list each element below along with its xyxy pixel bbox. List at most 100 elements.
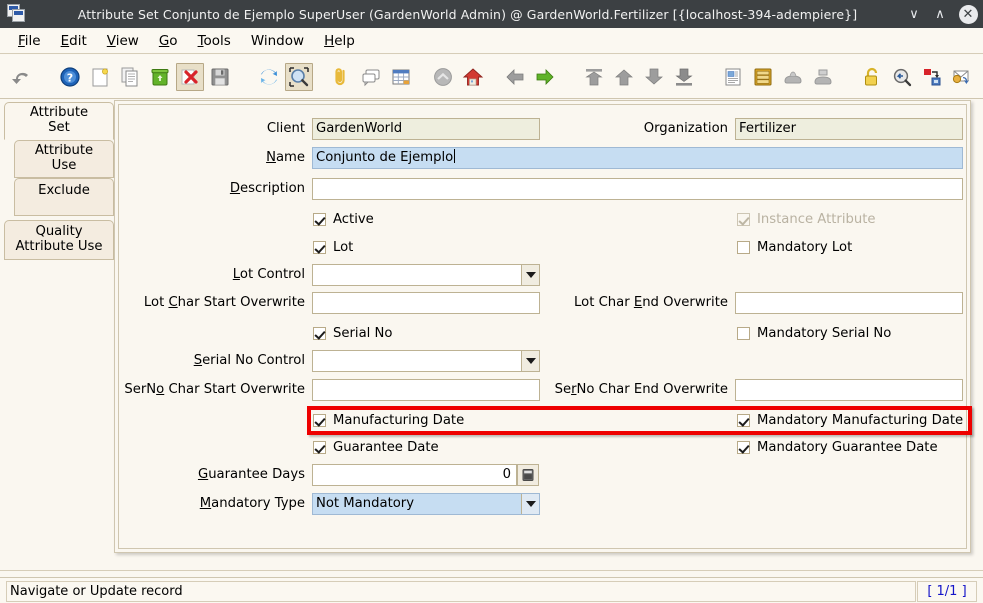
active-checkbox[interactable]: Active bbox=[313, 208, 374, 230]
mandatory-serial-no-checkbox[interactable]: Mandatory Serial No bbox=[737, 322, 891, 344]
delete-selection-icon[interactable] bbox=[176, 62, 204, 91]
mandatory-manufacturing-date-checkbox[interactable]: Mandatory Manufacturing Date bbox=[737, 409, 963, 431]
menu-go[interactable]: Go bbox=[149, 31, 188, 51]
undo-icon[interactable] bbox=[7, 63, 35, 91]
menu-window[interactable]: Window bbox=[241, 31, 314, 51]
serial-no-checkbox[interactable]: Serial No bbox=[313, 322, 392, 344]
print-icon[interactable] bbox=[809, 63, 837, 91]
client-label: Client bbox=[266, 121, 305, 136]
instance-attribute-label: Instance Attribute bbox=[757, 211, 876, 227]
attachment-icon[interactable] bbox=[327, 63, 355, 91]
mandatory-guarantee-date-label: Mandatory Guarantee Date bbox=[757, 439, 938, 455]
tab-exclude[interactable]: Exclude bbox=[14, 178, 114, 216]
manufacturing-date-checkbox[interactable]: Manufacturing Date bbox=[313, 409, 464, 431]
checkbox-box bbox=[737, 240, 750, 254]
client-field[interactable]: GardenWorld bbox=[312, 118, 540, 140]
last-record-icon[interactable] bbox=[670, 63, 698, 91]
refresh-icon[interactable] bbox=[255, 63, 283, 91]
windows-stack-icon bbox=[0, 0, 34, 28]
serno-char-start-label: SerNo Char Start Overwrite bbox=[124, 382, 305, 397]
menu-help[interactable]: Help bbox=[314, 31, 365, 51]
report-icon[interactable] bbox=[719, 63, 747, 91]
menu-edit[interactable]: Edit bbox=[51, 31, 97, 51]
lot-checkbox[interactable]: Lot bbox=[313, 236, 353, 258]
tab-attribute-set[interactable]: Attribute Set bbox=[4, 102, 114, 140]
preference-icon[interactable] bbox=[978, 63, 983, 91]
next-record-icon[interactable] bbox=[531, 63, 559, 91]
menu-tools[interactable]: Tools bbox=[188, 31, 241, 51]
mandatory-guarantee-date-checkbox[interactable]: Mandatory Guarantee Date bbox=[737, 436, 938, 458]
mandatory-type-label: Mandatory Type bbox=[199, 496, 305, 511]
serno-char-start-field[interactable] bbox=[312, 379, 540, 401]
zoom-back-icon[interactable] bbox=[888, 63, 916, 91]
mandatory-manufacturing-date-label: Mandatory Manufacturing Date bbox=[757, 412, 964, 428]
new-record-icon[interactable] bbox=[86, 63, 114, 91]
serial-no-control-combo[interactable] bbox=[312, 350, 540, 372]
close-icon: ✕ bbox=[958, 4, 978, 24]
guarantee-days-field[interactable]: 0 bbox=[312, 464, 517, 486]
maximize-button[interactable]: ∧ bbox=[927, 0, 953, 28]
home-icon[interactable] bbox=[459, 63, 487, 91]
menu-view[interactable]: View bbox=[97, 31, 149, 51]
print-preview-icon[interactable] bbox=[779, 63, 807, 91]
checkbox-box bbox=[313, 240, 326, 254]
lot-char-end-field[interactable] bbox=[735, 292, 963, 314]
close-button[interactable]: ✕ bbox=[953, 0, 983, 28]
find-icon[interactable] bbox=[285, 62, 313, 91]
help-icon[interactable]: ? bbox=[56, 63, 84, 91]
menu-file[interactable]: File bbox=[8, 31, 51, 51]
name-field[interactable]: Conjunto de Ejemplo bbox=[312, 147, 963, 169]
chevron-down-icon[interactable] bbox=[521, 265, 539, 285]
first-record-icon[interactable] bbox=[580, 63, 608, 91]
copy-record-icon[interactable] bbox=[116, 63, 144, 91]
mandatory-lot-checkbox[interactable]: Mandatory Lot bbox=[737, 236, 852, 258]
tab-quality-line2: Attribute Use bbox=[15, 239, 103, 254]
parent-record-icon[interactable] bbox=[429, 63, 457, 91]
save-icon[interactable] bbox=[206, 63, 234, 91]
checkbox-box bbox=[313, 413, 326, 427]
mandatory-lot-label: Mandatory Lot bbox=[757, 239, 853, 255]
window-title: Attribute Set Conjunto de Ejemplo SuperU… bbox=[77, 6, 858, 22]
calculator-icon[interactable] bbox=[517, 464, 539, 486]
zoom-across-icon[interactable] bbox=[918, 63, 946, 91]
minimize-button[interactable]: ∨ bbox=[901, 0, 927, 28]
guarantee-date-label: Guarantee Date bbox=[333, 439, 439, 455]
lot-control-label: Lot Control bbox=[232, 267, 305, 282]
toolbar: ? bbox=[0, 55, 983, 99]
checkbox-box bbox=[313, 440, 326, 454]
delete-icon[interactable] bbox=[146, 63, 174, 91]
request-icon[interactable] bbox=[948, 63, 976, 91]
mandatory-serial-no-label: Mandatory Serial No bbox=[757, 325, 892, 341]
instance-attribute-checkbox: Instance Attribute bbox=[737, 208, 876, 230]
guarantee-date-checkbox[interactable]: Guarantee Date bbox=[313, 436, 439, 458]
lot-char-end-label: Lot Char End Overwrite bbox=[574, 295, 728, 310]
tab-strip: Attribute Set Attribute Use Exclude Qualit… bbox=[2, 102, 114, 262]
grid-toggle-icon[interactable] bbox=[387, 63, 415, 91]
lot-char-start-field[interactable] bbox=[312, 292, 540, 314]
mandatory-type-combo[interactable]: Not Mandatory bbox=[312, 493, 540, 515]
svg-text:?: ? bbox=[67, 71, 73, 84]
lot-control-combo[interactable] bbox=[312, 264, 540, 286]
window-titlebar: Attribute Set Conjunto de Ejemplo SuperU… bbox=[0, 0, 983, 28]
name-label: Name bbox=[266, 150, 305, 165]
previous-page-icon[interactable] bbox=[610, 63, 638, 91]
lock-icon[interactable] bbox=[858, 63, 886, 91]
guarantee-days-label: Guarantee Days bbox=[197, 467, 305, 482]
description-label: Description bbox=[229, 181, 305, 196]
description-field[interactable] bbox=[312, 178, 963, 200]
serno-char-end-field[interactable] bbox=[735, 379, 963, 401]
record-count-indicator: [ 1/1 ] bbox=[917, 581, 977, 602]
tab-quality-attribute-use[interactable]: Quality Attribute Use bbox=[4, 220, 114, 260]
tab-attribute-use[interactable]: Attribute Use bbox=[14, 140, 114, 178]
archive-icon[interactable] bbox=[749, 63, 777, 91]
chevron-down-icon[interactable] bbox=[521, 351, 539, 371]
chevron-down-icon[interactable] bbox=[521, 494, 539, 514]
name-field-value: Conjunto de Ejemplo bbox=[316, 150, 454, 165]
chat-icon[interactable] bbox=[357, 63, 385, 91]
next-page-icon[interactable] bbox=[640, 63, 668, 91]
statusbar: Navigate or Update record [ 1/1 ] bbox=[0, 577, 983, 603]
previous-record-icon[interactable] bbox=[501, 63, 529, 91]
organization-field[interactable]: Fertilizer bbox=[735, 118, 963, 140]
checkbox-box bbox=[737, 440, 750, 454]
checkbox-box bbox=[737, 413, 750, 427]
